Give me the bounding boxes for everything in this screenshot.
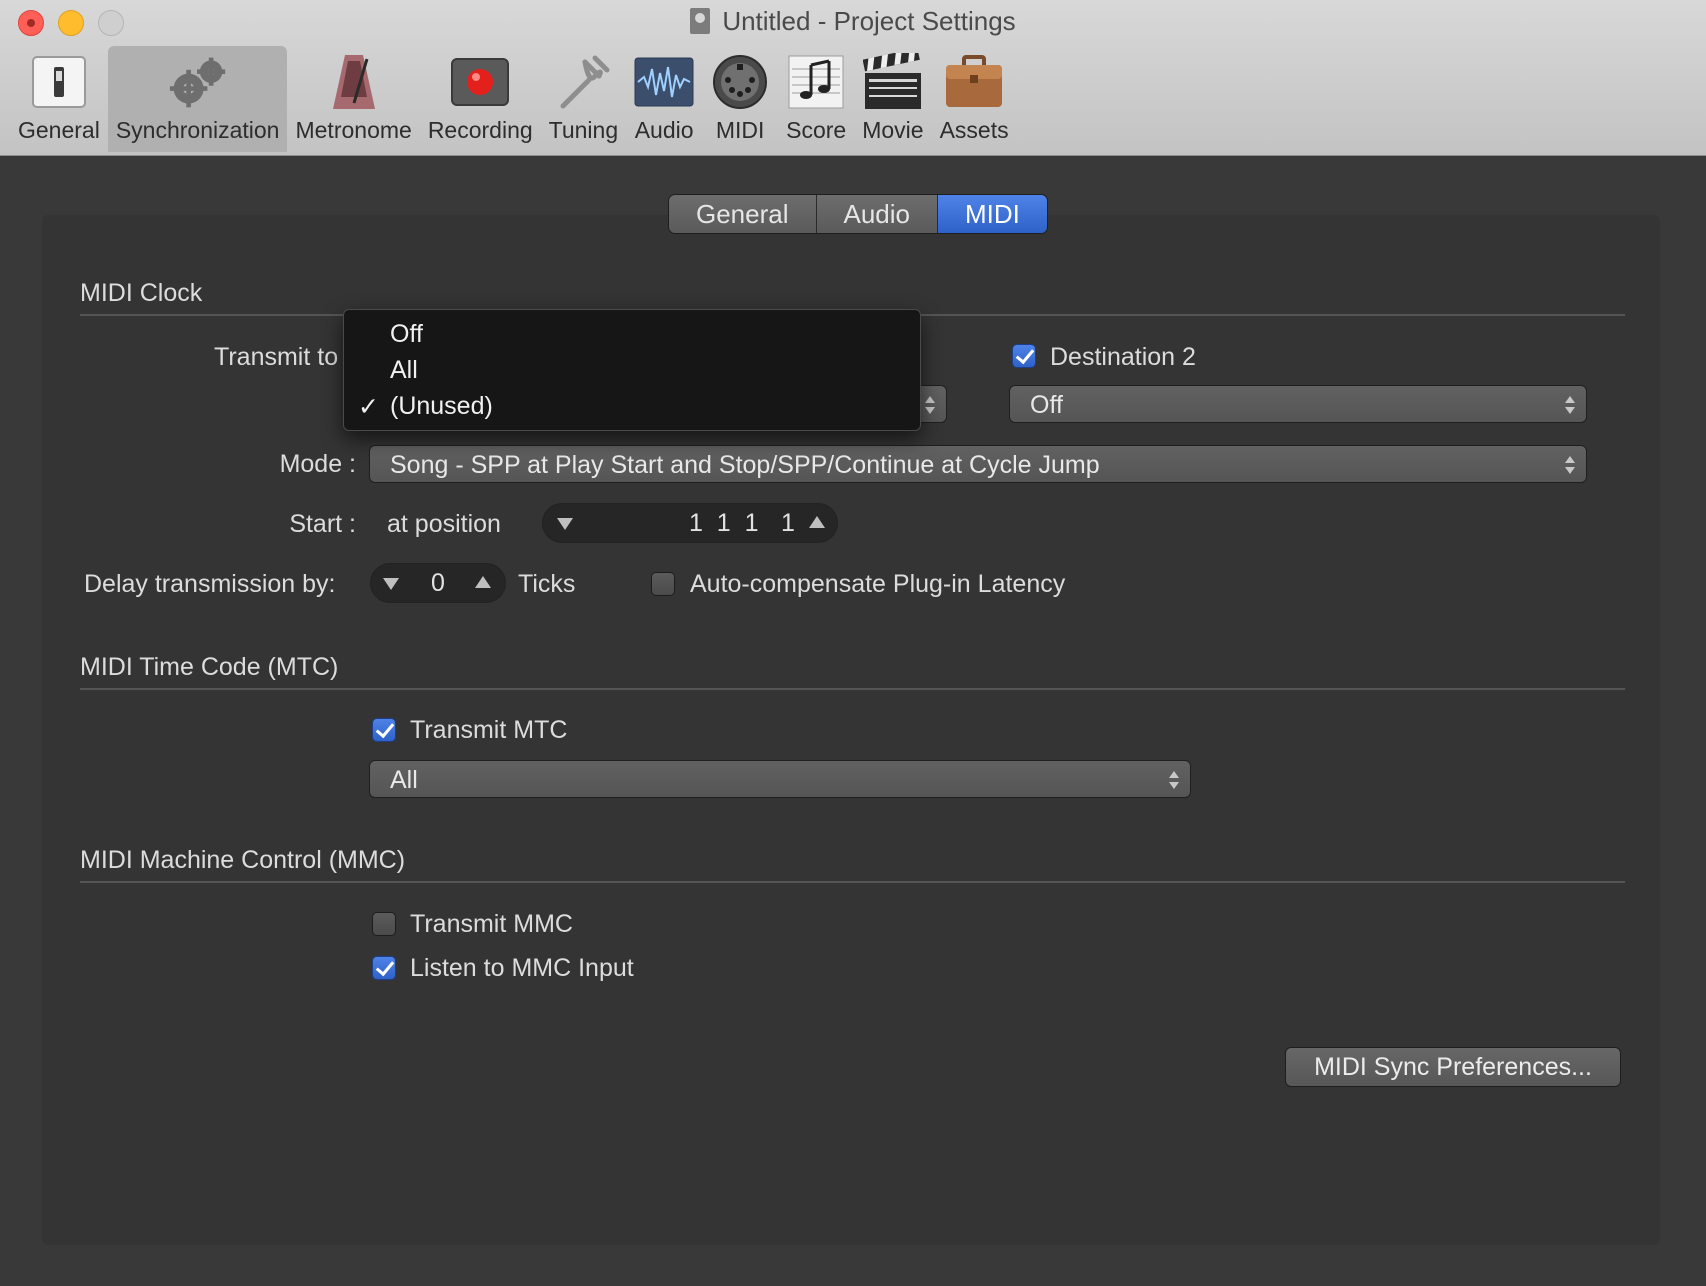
toolbar-movie[interactable]: Movie [854,46,931,152]
delay-stepper[interactable]: 0 [370,563,506,603]
transmit-to-label: Transmit to [214,343,339,371]
record-icon [450,53,510,111]
title-bar: Untitled - Project Settings General Sync… [0,0,1706,156]
auto-compensate-checkbox[interactable] [651,572,675,596]
waveform-icon [634,53,694,111]
toolbar-label: Assets [939,117,1009,143]
toolbar-tuning[interactable]: Tuning [541,46,626,152]
menu-item-off[interactable]: Off [390,320,423,349]
tuning-fork-icon [553,53,613,111]
toolbar-assets[interactable]: Assets [932,46,1017,152]
destination2-popup[interactable]: Off [1009,385,1587,423]
destination2-checkbox[interactable] [1012,344,1036,368]
popup-arrows-icon [1564,451,1576,479]
toolbar-general[interactable]: General [10,46,108,152]
popup-arrows-icon [1168,766,1180,794]
score-icon [786,53,846,111]
sync-tab-control: General Audio MIDI [668,194,1048,234]
toolbar-recording[interactable]: Recording [420,46,541,152]
tab-general[interactable]: General [669,195,817,233]
start-position-tick: 1 [781,509,795,537]
transmit-mtc-checkbox[interactable] [372,718,396,742]
section-divider [80,881,1625,883]
decrement-arrow-icon[interactable] [383,578,399,590]
delay-unit-label: Ticks [518,570,576,598]
tab-midi[interactable]: MIDI [938,195,1047,233]
delay-value: 0 [431,569,445,597]
section-title-mtc: MIDI Time Code (MTC) [80,653,339,681]
midi-connector-icon [710,53,770,111]
transmit-mtc-label: Transmit MTC [410,716,568,744]
mtc-destination-value: All [390,766,418,794]
menu-item-all[interactable]: All [390,356,418,385]
toolbar-label: Score [786,117,847,143]
toolbar-metronome[interactable]: Metronome [287,46,419,152]
mode-value: Song - SPP at Play Start and Stop/SPP/Co… [390,451,1100,479]
transmit-mmc-checkbox[interactable] [372,912,396,936]
mtc-destination-popup[interactable]: All [369,760,1191,798]
decrement-arrow-icon[interactable] [557,518,573,530]
toolbar-label: Tuning [548,117,619,143]
popup-arrows-icon [1564,391,1576,419]
toolbar-label: Audio [634,117,694,143]
increment-arrow-icon[interactable] [809,516,825,528]
popup-arrows-icon [924,391,936,419]
increment-arrow-icon[interactable] [475,576,491,588]
midi-sync-preferences-button[interactable]: MIDI Sync Preferences... [1285,1047,1621,1087]
metronome-icon [324,53,384,111]
destination2-value: Off [1030,391,1063,419]
destination2-label: Destination 2 [1050,343,1196,371]
start-position-value: 1 1 1 [689,509,759,537]
listen-mmc-label: Listen to MMC Input [410,954,634,982]
tab-audio[interactable]: Audio [817,195,938,233]
start-position-stepper[interactable]: 1 1 1 1 [542,503,838,543]
section-title-midi-clock: MIDI Clock [80,279,203,307]
start-at-position-text: at position [387,510,501,538]
toolbar-label: Recording [427,117,533,143]
window-title-text: Untitled - Project Settings [722,6,1016,36]
toolbar-score[interactable]: Score [778,46,854,152]
checkmark-icon: ✓ [358,393,379,421]
clapperboard-icon [862,53,923,111]
project-settings-window: Untitled - Project Settings General Sync… [0,0,1706,1286]
mode-popup[interactable]: Song - SPP at Play Start and Stop/SPP/Co… [369,445,1587,483]
settings-toolbar: General Synchronization Metronome Record… [10,46,1017,154]
start-label: Start : [289,510,356,538]
destination1-dropdown-menu: Off All ✓ (Unused) [343,309,921,431]
gears-icon [168,53,228,111]
briefcase-icon [944,53,1004,111]
auto-compensate-label: Auto-compensate Plug-in Latency [690,570,1066,598]
mode-label: Mode : [279,450,356,478]
toolbar-label: General [18,117,100,143]
section-divider [80,688,1625,690]
transmit-mmc-label: Transmit MMC [410,910,573,938]
toolbar-synchronization[interactable]: Synchronization [107,46,288,152]
toolbar-audio[interactable]: Audio [626,46,702,152]
toolbar-midi[interactable]: MIDI [702,46,778,152]
toolbar-label: Synchronization [115,117,280,143]
document-icon [690,8,711,34]
window-title: Untitled - Project Settings [0,6,1706,37]
delay-transmission-label: Delay transmission by: [84,570,336,598]
toolbar-label: Movie [862,117,924,143]
toolbar-label: Metronome [295,117,412,143]
listen-mmc-checkbox[interactable] [372,956,396,980]
section-title-mmc: MIDI Machine Control (MMC) [80,846,406,874]
menu-item-unused[interactable]: (Unused) [390,392,493,421]
switch-icon [29,53,89,111]
toolbar-label: MIDI [715,117,765,143]
